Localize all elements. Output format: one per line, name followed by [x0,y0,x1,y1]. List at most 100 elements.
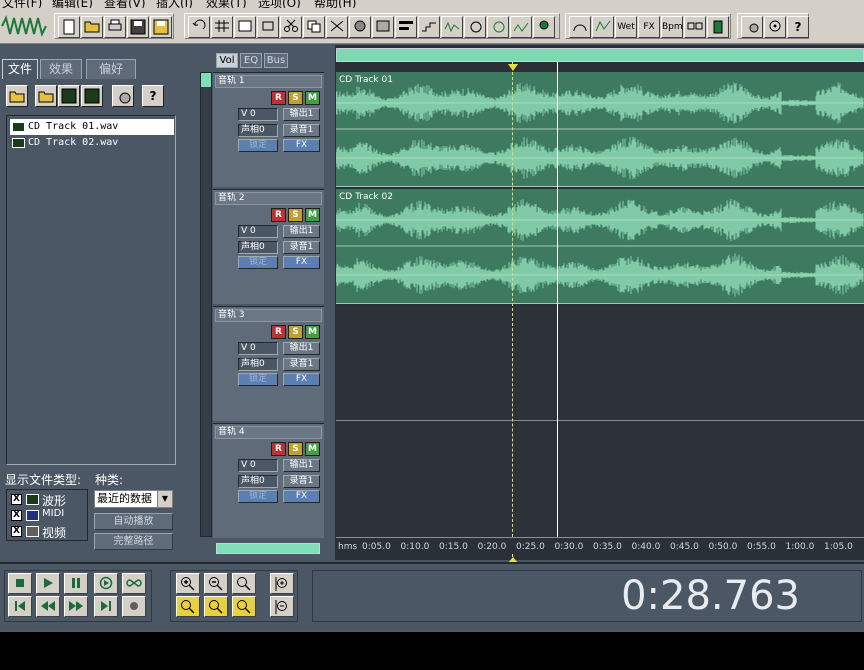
record-arm-button[interactable]: R [271,91,286,105]
zoom-out-icon[interactable] [204,573,228,594]
output-button[interactable]: 输出1 [283,225,320,238]
loop-button[interactable] [122,573,146,594]
output-button[interactable]: 输出1 [283,108,320,121]
track-scrollbar-thumb[interactable] [201,73,211,87]
list-icon[interactable] [234,16,256,38]
zoom-in-icon[interactable] [176,573,200,594]
time-ruler[interactable]: hms 0:05.0 0:10.0 0:15.0 0:20.0 0:25.0 0:30.0 0… [336,537,864,554]
audio-clip[interactable]: CD Track 01 [335,72,864,187]
wet-button[interactable]: Wet [615,16,637,38]
record-arm-button[interactable]: R [271,208,286,222]
output-button[interactable]: 输出1 [283,342,320,355]
record-button[interactable] [122,596,146,617]
list-item[interactable]: CD Track 01.wav [10,119,174,135]
record-voice-icon[interactable] [533,16,555,38]
rewind-button[interactable] [36,596,60,617]
menu-help[interactable]: 帮助(H) [314,0,356,8]
cut-icon[interactable] [280,16,302,38]
tab-favorites[interactable]: 偏好 [86,59,136,79]
empty-track-lane[interactable] [336,423,864,538]
close-file-button[interactable] [35,85,57,107]
crop-icon[interactable] [257,16,279,38]
insert-into-session-button[interactable] [58,85,80,107]
volume-field[interactable]: V 0 [238,225,278,238]
copy-icon[interactable] [303,16,325,38]
fx-button[interactable]: FX [283,139,320,152]
mute-button[interactable]: M [305,91,320,105]
full-path-button[interactable]: 完整路径 [94,533,173,550]
play-to-end-button[interactable] [94,573,118,594]
help-button[interactable]: ? [787,16,809,38]
track-scrollbar[interactable] [200,72,212,537]
stop-button[interactable] [8,573,32,594]
mute-button[interactable]: M [305,325,320,339]
lock-button[interactable]: 锁定 [238,139,278,152]
save-button[interactable] [127,16,149,38]
solo-button[interactable]: S [288,91,303,105]
record-input-button[interactable]: 录音1 [283,358,320,371]
wave-sparkle-icon[interactable] [441,16,463,38]
fast-forward-button[interactable] [64,596,88,617]
mute-button[interactable]: M [305,208,320,222]
horizontal-scrollbar[interactable] [216,543,320,554]
track-name[interactable]: 音轨 1 [215,75,322,88]
lock-button[interactable]: 锁定 [238,373,278,386]
brush-icon[interactable] [349,16,371,38]
record-input-button[interactable]: 录音1 [283,124,320,137]
autoplay-button[interactable]: 自动播放 [94,513,173,530]
playhead-marker-bottom[interactable] [508,554,518,563]
organizer-settings-button[interactable] [112,85,134,107]
playhead-marker-top[interactable] [508,62,518,71]
menu-insert[interactable]: 插入(I) [156,0,193,8]
pause-button[interactable] [64,573,88,594]
device-icon[interactable] [707,16,729,38]
solo-button[interactable]: S [288,325,303,339]
pan-field[interactable]: 声相0 [238,124,278,137]
tab-bus[interactable]: Bus [264,53,288,68]
new-file-button[interactable] [58,16,80,38]
record-arm-button[interactable]: R [271,442,286,456]
record-input-button[interactable]: 录音1 [283,241,320,254]
fx-button[interactable]: FX [638,16,660,38]
lock-button[interactable]: 锁定 [238,256,278,269]
mute-button[interactable]: M [305,442,320,456]
undo-icon[interactable] [188,16,210,38]
tab-vol[interactable]: Vol [216,53,238,68]
midi-type-checkbox[interactable]: X [11,510,22,521]
zoom-out-vertical-icon[interactable] [270,596,294,617]
tab-eq[interactable]: EQ [240,53,262,68]
print-button[interactable] [104,16,126,38]
volume-field[interactable]: V 0 [238,342,278,355]
track-name[interactable]: 音轨 4 [215,426,322,439]
zoom-in-vertical-icon[interactable] [270,573,294,594]
audio-clip[interactable]: CD Track 02 [335,189,864,304]
chain-icon[interactable] [684,16,706,38]
sparkle-wave-icon[interactable] [510,16,532,38]
menu-options[interactable]: 选项(O) [258,0,301,8]
fx-button[interactable]: FX [283,490,320,503]
multi-track-icon[interactable] [395,16,417,38]
pan-field[interactable]: 声相0 [238,241,278,254]
db-meter-icon[interactable] [569,16,591,38]
menu-view[interactable]: 查看(V) [104,0,146,8]
organizer-help-button[interactable]: ? [142,85,164,107]
loop-wave-icon[interactable] [487,16,509,38]
go-to-end-button[interactable] [94,596,118,617]
menu-edit[interactable]: 编辑(E) [52,0,93,8]
record-input-button[interactable]: 录音1 [283,475,320,488]
cd-settings-icon[interactable] [764,16,786,38]
stamp-icon[interactable] [372,16,394,38]
paste-mix-icon[interactable] [326,16,348,38]
level-rl-icon[interactable] [592,16,614,38]
sort-select[interactable]: 最近的数据 ▼ [94,490,173,508]
grid-icon[interactable] [211,16,233,38]
wave-type-checkbox[interactable]: X [11,494,22,505]
output-button[interactable]: 输出1 [283,459,320,472]
steps-icon[interactable] [418,16,440,38]
empty-track-lane[interactable] [336,306,864,421]
file-list[interactable]: CD Track 01.wav CD Track 02.wav [6,115,176,465]
zoom-full-icon[interactable] [232,573,256,594]
menu-effects[interactable]: 效果(T) [206,0,247,8]
video-type-checkbox[interactable]: X [11,526,22,537]
open-folder-button[interactable] [81,16,103,38]
